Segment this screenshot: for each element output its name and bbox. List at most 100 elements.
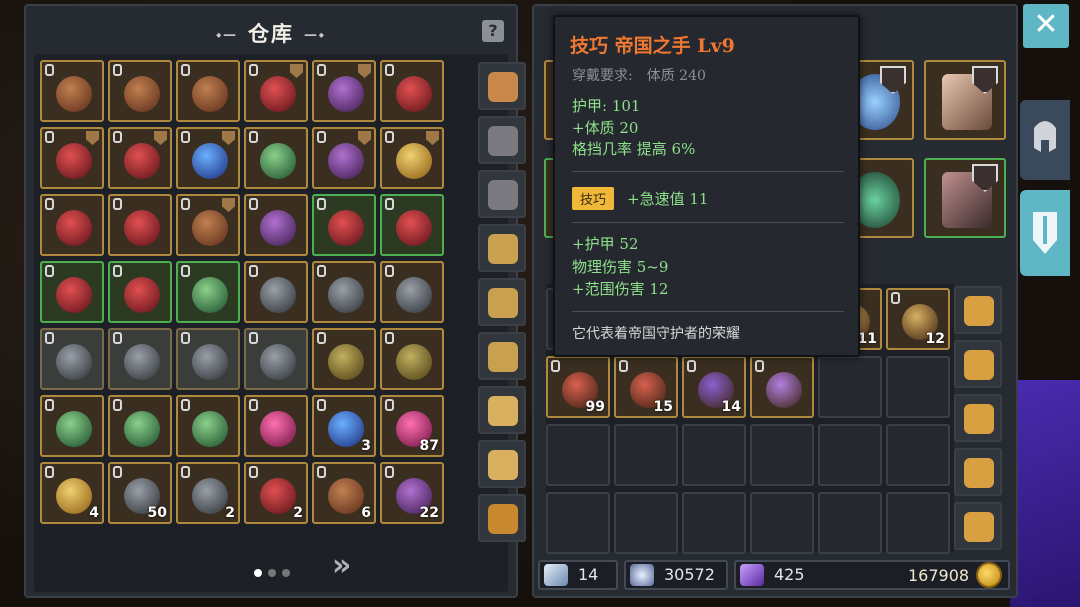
bag-slot[interactable] [478,278,526,326]
shield-icon [426,131,439,145]
inventory-slot[interactable] [886,424,950,486]
close-button[interactable]: ✕ [1023,4,1069,48]
warehouse-slot[interactable] [312,60,376,122]
lock-icon [181,466,190,478]
bag-slot[interactable] [478,116,526,164]
lock-icon [113,64,122,76]
warehouse-slot[interactable] [380,261,444,323]
warehouse-slot[interactable] [176,395,240,457]
warehouse-slot[interactable] [244,395,308,457]
item-icon [328,210,364,246]
inventory-slot[interactable] [886,492,950,554]
bag-slot[interactable] [954,340,1002,388]
warehouse-slot[interactable] [244,60,308,122]
warehouse-slot[interactable] [40,261,104,323]
tab-inventory[interactable] [1020,190,1070,276]
warehouse-slot[interactable] [244,194,308,256]
inventory-slot[interactable] [750,424,814,486]
equip-slot-weapon[interactable] [924,60,1006,140]
warehouse-slot[interactable] [40,194,104,256]
warehouse-slot[interactable] [312,194,376,256]
warehouse-slot[interactable] [312,328,376,390]
inventory-slot[interactable] [886,356,950,418]
bag-slot[interactable] [478,62,526,110]
inventory-slot[interactable]: 12 [886,288,950,350]
help-button[interactable]: ? [482,20,504,42]
warehouse-slot[interactable] [40,395,104,457]
warehouse-slot[interactable] [380,328,444,390]
page-dot-3[interactable] [282,569,290,577]
warehouse-slot[interactable] [108,395,172,457]
inventory-slot[interactable]: 14 [682,356,746,418]
inventory-slot[interactable] [818,424,882,486]
inventory-slot[interactable] [682,424,746,486]
warehouse-slot[interactable]: 50 [108,462,172,524]
inventory-slot[interactable]: 15 [614,356,678,418]
inventory-slot[interactable] [682,492,746,554]
bag-slot[interactable] [478,224,526,272]
bag-slot[interactable] [478,440,526,488]
warehouse-slot[interactable]: 87 [380,395,444,457]
item-tooltip: 技巧 帝国之手 Lv9 穿戴要求: 体质 240 护甲: 101 +体质 20 格… [553,15,860,357]
warehouse-slot[interactable] [312,127,376,189]
item-icon [396,143,432,179]
warehouse-slot[interactable] [176,194,240,256]
warehouse-slot[interactable] [176,60,240,122]
gem-icon [740,564,764,586]
warehouse-slot[interactable] [380,194,444,256]
page-dot-1[interactable] [254,569,262,577]
warehouse-slot[interactable]: 2 [176,462,240,524]
warehouse-slot[interactable] [244,328,308,390]
page-indicator [254,562,296,581]
tab-equipment[interactable] [1020,100,1070,180]
inventory-slot[interactable] [614,424,678,486]
warehouse-slot[interactable]: 3 [312,395,376,457]
warehouse-slot[interactable] [40,328,104,390]
inventory-slot[interactable] [818,492,882,554]
warehouse-slot[interactable] [176,328,240,390]
item-icon [56,210,92,246]
warehouse-slot[interactable] [108,60,172,122]
warehouse-slot[interactable] [108,194,172,256]
lock-icon [317,466,326,478]
warehouse-slot[interactable] [380,127,444,189]
bag-slot[interactable] [954,448,1002,496]
inventory-slot[interactable] [546,424,610,486]
inventory-slot[interactable] [818,356,882,418]
inventory-slot[interactable] [750,356,814,418]
warehouse-slot[interactable] [380,60,444,122]
bag-slot[interactable] [954,502,1002,550]
warehouse-slot[interactable]: 6 [312,462,376,524]
bag-slot[interactable] [478,386,526,434]
bag-slot[interactable] [954,286,1002,334]
warehouse-slot[interactable] [244,261,308,323]
warehouse-slot[interactable]: 4 [40,462,104,524]
warehouse-slot[interactable]: 22 [380,462,444,524]
warehouse-slot[interactable] [176,261,240,323]
bag-slot[interactable] [954,394,1002,442]
inventory-slot[interactable] [750,492,814,554]
inventory-slot[interactable]: 99 [546,356,610,418]
page-dot-2[interactable] [268,569,276,577]
warehouse-slot[interactable] [108,328,172,390]
inventory-slot[interactable] [546,492,610,554]
bag-slot[interactable] [478,494,526,542]
tooltip-extra-stat: +范围伤害 12 [572,280,669,298]
warehouse-slot[interactable] [40,60,104,122]
warehouse-slot[interactable] [176,127,240,189]
next-page-button[interactable]: » [332,548,351,583]
warehouse-slot[interactable] [40,127,104,189]
lock-icon [755,360,764,372]
equip-slot-gauntlet[interactable] [924,158,1006,238]
bag-slot[interactable] [478,332,526,380]
warehouse-slot[interactable] [108,127,172,189]
bag-slot[interactable] [478,170,526,218]
warehouse-slot[interactable] [244,127,308,189]
title-deco-right-icon: —⬩ [304,27,326,43]
warehouse-slot[interactable]: 2 [244,462,308,524]
item-count: 4 [89,505,99,521]
shield-icon [358,64,371,78]
warehouse-slot[interactable] [108,261,172,323]
inventory-slot[interactable] [614,492,678,554]
warehouse-slot[interactable] [312,261,376,323]
